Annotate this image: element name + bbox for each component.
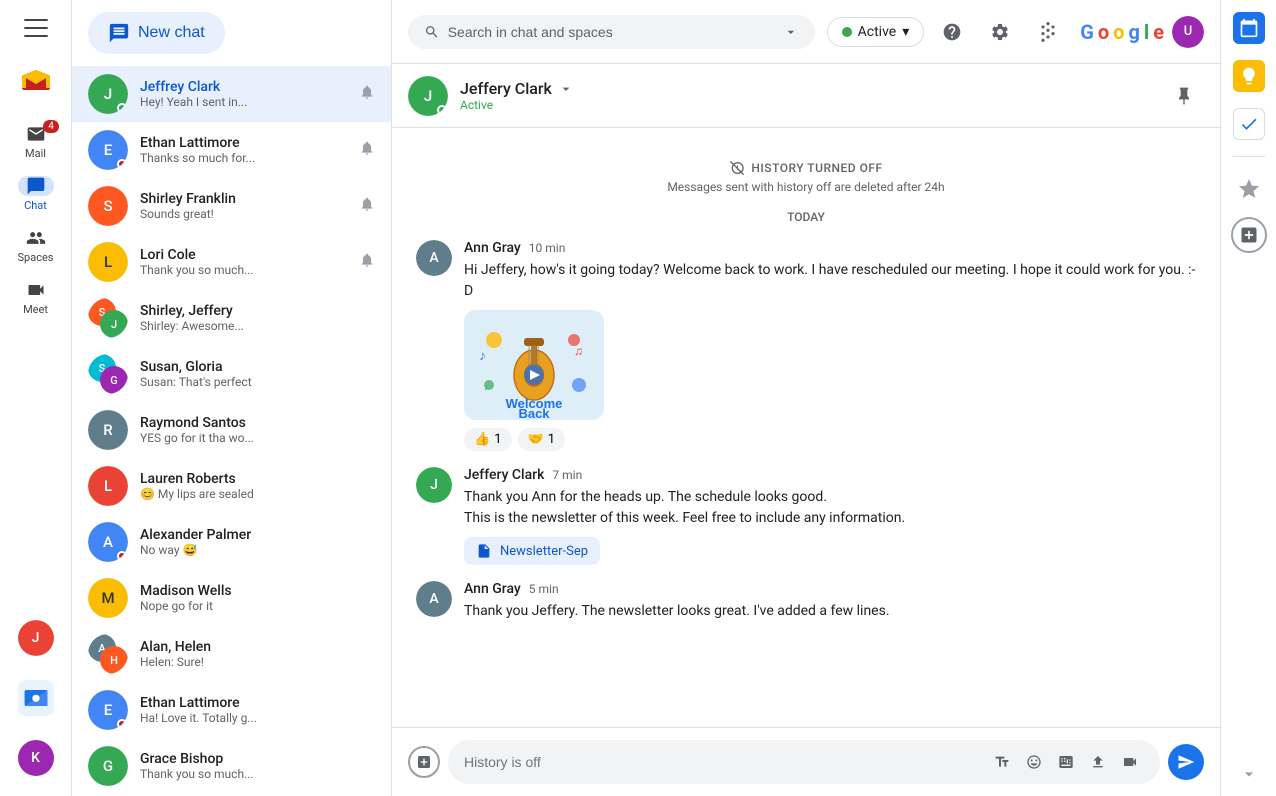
contact-alan-helen[interactable]: A H Alan, Helen Helen: Sure! [72, 626, 391, 682]
contact-list: J Jeffrey Clark Hey! Yeah I sent in... E… [72, 66, 391, 796]
search-icon [424, 23, 440, 41]
tasks-button[interactable] [1229, 104, 1269, 144]
user-avatar[interactable]: U [1172, 16, 1204, 48]
sidebar: New chat J Jeffrey Clark Hey! Yeah I sen… [72, 0, 392, 796]
top-bar-right: Active ▾ Google U [827, 12, 1204, 52]
svg-text:Back: Back [518, 406, 550, 420]
bell-icon [359, 84, 375, 104]
chat-input-box [448, 740, 1160, 784]
nav-avatar-3[interactable]: K [18, 732, 54, 784]
ann-gray-message: Ann Gray 10 min Hi Jeffery, how's it goi… [464, 240, 1196, 451]
video-button[interactable] [1116, 748, 1144, 776]
add-attachment-button[interactable] [408, 746, 440, 778]
contact-shirley-franklin[interactable]: S Shirley Franklin Sounds great! [72, 178, 391, 234]
google-logo: Google [1080, 20, 1164, 44]
meet-label: Meet [23, 303, 48, 316]
chevron-down-icon [783, 23, 799, 41]
contact-lauren-roberts[interactable]: L Lauren Roberts 😊 My lips are sealed [72, 458, 391, 514]
active-dot [842, 27, 852, 37]
sidebar-item-mail[interactable]: Mail 4 [0, 116, 71, 168]
nav-avatar-2[interactable] [18, 672, 54, 724]
jeffery-message: Jeffery Clark 7 min Thank you Ann for th… [464, 467, 1196, 565]
contact-grace-bishop[interactable]: G Grace Bishop Thank you so much... [72, 738, 391, 794]
dropdown-icon [558, 81, 574, 97]
nav-avatar-1[interactable]: J [18, 612, 54, 664]
bell-icon-4 [359, 252, 375, 272]
notes-button[interactable] [1229, 56, 1269, 96]
spark-button[interactable] [1229, 169, 1269, 209]
chat-contact-status: Active [460, 98, 1164, 112]
apps-button[interactable] [1028, 12, 1068, 52]
active-status-button[interactable]: Active ▾ [827, 17, 925, 47]
right-panel [1220, 0, 1276, 796]
nav-rail: Mail 4 Chat Spaces Meet J [0, 0, 72, 796]
handshake-reaction[interactable]: 🤝1 [518, 428, 566, 451]
format-text-button[interactable] [988, 748, 1016, 776]
sidebar-item-spaces[interactable]: Spaces [0, 220, 71, 272]
pin-button[interactable] [1164, 76, 1204, 116]
chat-header: J Jeffery Clark Active [392, 64, 1220, 128]
ann-message-2: Ann Gray 5 min Thank you Jeffery. The ne… [464, 581, 1196, 622]
send-button[interactable] [1168, 744, 1204, 780]
top-bar: Active ▾ Google U [392, 0, 1220, 64]
panel-divider [1233, 156, 1265, 157]
help-button[interactable] [932, 12, 972, 52]
newsletter-attachment[interactable]: Newsletter-Sep [464, 537, 600, 565]
date-divider: TODAY [416, 210, 1196, 224]
contact-jeffrey-clark[interactable]: J Jeffrey Clark Hey! Yeah I sent in... [72, 66, 391, 122]
search-bar [408, 15, 815, 49]
contact-madison-wells[interactable]: M Madison Wells Nope go for it [72, 570, 391, 626]
gmail-logo [16, 60, 56, 104]
message-reactions: 👍1 🤝1 [464, 428, 1196, 451]
calendar-button[interactable] [1229, 8, 1269, 48]
history-notice: HISTORY TURNED OFF Messages sent with hi… [416, 160, 1196, 194]
settings-button[interactable] [980, 12, 1020, 52]
mail-label: Mail [25, 147, 46, 160]
screen-share-button[interactable] [1052, 748, 1080, 776]
chat-input-area [392, 727, 1220, 796]
thumbs-up-reaction[interactable]: 👍1 [464, 428, 512, 451]
contact-lori-cole[interactable]: L Lori Cole Thank you so much... [72, 234, 391, 290]
right-panel-expand[interactable] [1239, 764, 1259, 796]
new-chat-button[interactable]: New chat [88, 12, 225, 54]
upload-button[interactable] [1084, 748, 1112, 776]
sidebar-item-chat[interactable]: Chat [0, 168, 71, 220]
chat-contact-avatar: J [408, 76, 448, 116]
message-row-ann-2: A Ann Gray 5 min Thank you Jeffery. The … [416, 581, 1196, 622]
message-row-jeffery: J Jeffery Clark 7 min Thank you Ann for … [416, 467, 1196, 565]
contact-alexander-palmer[interactable]: A Alexander Palmer No way 😅 [72, 514, 391, 570]
ann-gray-avatar-2: A [416, 581, 452, 617]
contact-shirley-jeffery[interactable]: S J Shirley, Jeffery Shirley: Awesome... [72, 290, 391, 346]
jeffery-clark-avatar: J [416, 467, 452, 503]
menu-icon[interactable] [16, 8, 56, 52]
contact-ethan-lattimore-2[interactable]: E Ethan Lattimore Ha! Love it. Totally g… [72, 682, 391, 738]
emoji-button[interactable] [1020, 748, 1048, 776]
sidebar-header: New chat [72, 0, 391, 66]
contact-susan-gloria[interactable]: S G Susan, Gloria Susan: That's perfect [72, 346, 391, 402]
chat-input-actions [988, 748, 1144, 776]
spaces-label: Spaces [18, 251, 54, 264]
welcome-back-sticker: ♪ ♫ ♩ Welcome Back [464, 310, 604, 420]
add-panel-button[interactable] [1231, 217, 1267, 253]
search-input[interactable] [448, 24, 775, 40]
chat-input[interactable] [464, 754, 980, 770]
chat-header-actions [1164, 76, 1204, 116]
sidebar-item-meet[interactable]: Meet [0, 272, 71, 324]
message-row: A Ann Gray 10 min Hi Jeffery, how's it g… [416, 240, 1196, 451]
bell-icon-3 [359, 196, 375, 216]
chat-body: HISTORY TURNED OFF Messages sent with hi… [392, 128, 1220, 727]
svg-text:♫: ♫ [574, 344, 583, 358]
bell-icon-2 [359, 140, 375, 160]
mail-badge: 4 [43, 120, 59, 133]
chat-contact-name[interactable]: Jeffery Clark [460, 79, 1164, 98]
svg-text:♪: ♪ [479, 348, 486, 364]
contact-raymond-santos[interactable]: R Raymond Santos YES go for it tha wo... [72, 402, 391, 458]
contact-ethan-lattimore-1[interactable]: E Ethan Lattimore Thanks so much for... [72, 122, 391, 178]
chat-label: Chat [24, 199, 47, 212]
ann-gray-avatar: A [416, 240, 452, 276]
